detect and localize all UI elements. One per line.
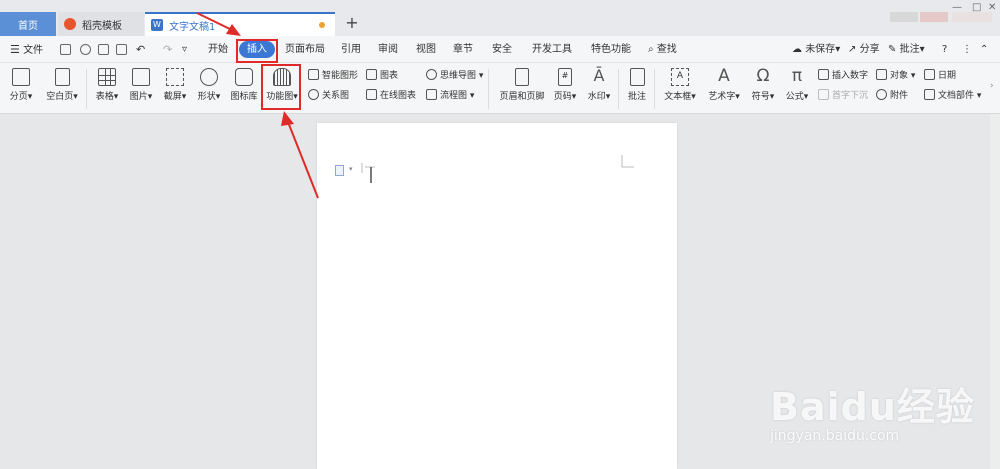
arrow-to-insert-tab [196, 12, 233, 31]
baidu-jingyan-url: jingyan.baidu.com [770, 428, 900, 444]
arrow-head-function-chart [281, 111, 294, 126]
arrow-to-function-chart [287, 121, 319, 199]
baidu-watermark: Baidu经验 jingyan.baidu.com [770, 368, 995, 468]
baidu-jingyan-logo: Baidu经验 [770, 385, 975, 429]
arrow-head-insert [226, 24, 241, 36]
